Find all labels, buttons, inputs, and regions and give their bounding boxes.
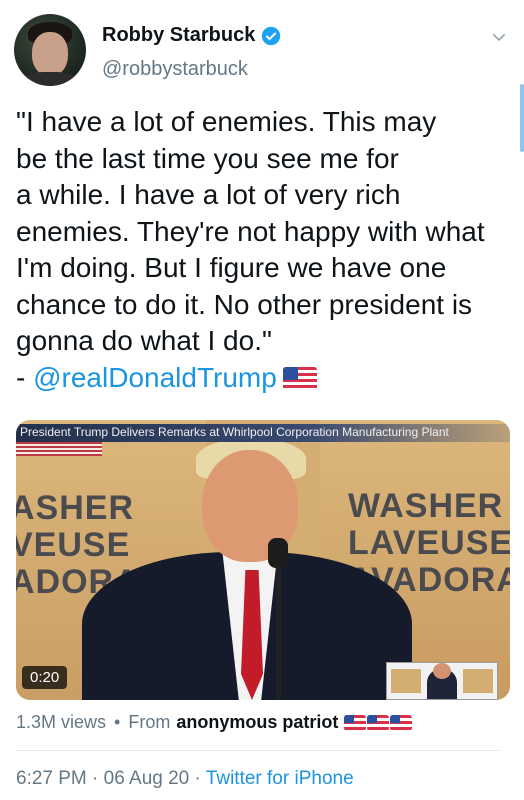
divider: [16, 750, 500, 751]
from-label: From: [128, 712, 171, 732]
view-count: 1.3M views: [16, 712, 107, 732]
scrollbar-thumb[interactable]: [520, 84, 524, 152]
verified-badge-icon: [262, 26, 281, 45]
tweet-time[interactable]: 6:27 PM: [16, 768, 87, 789]
us-flag-icon: [367, 714, 390, 731]
tweet-line: gonna do what I do.": [16, 325, 272, 356]
video-stats: 1.3M views • From anonymous patriot: [16, 712, 413, 733]
meta-separator: ·: [194, 768, 201, 789]
tweet-line: enemies. They're not happy with what: [16, 215, 485, 247]
microphone: [268, 538, 288, 700]
separator-dot: •: [114, 712, 121, 732]
video-caption-bar: President Trump Delivers Remarks at Whir…: [16, 424, 510, 442]
video-caption: President Trump Delivers Remarks at Whir…: [20, 425, 449, 439]
us-flag-icon: [344, 714, 367, 731]
author-avatar[interactable]: [14, 14, 86, 86]
meta-separator: ·: [92, 768, 99, 789]
author-name-row: Robby Starbuck: [102, 24, 281, 47]
attribution-line: - @realDonaldTrump: [16, 360, 512, 397]
tweet-source-link[interactable]: Twitter for iPhone: [206, 768, 354, 789]
tweet-line: a while. I have a lot of very rich: [16, 179, 401, 210]
video-duration: 0:20: [22, 666, 68, 689]
tweet-text: "I have a lot of enemies. This may be th…: [16, 104, 512, 396]
mention-link[interactable]: @realDonaldTrump: [33, 362, 277, 393]
tweet-line: "I have a lot of enemies. This may: [16, 106, 437, 137]
tweet-date[interactable]: 06 Aug 20: [104, 768, 190, 789]
us-flag-icon: [282, 367, 317, 392]
author-name[interactable]: Robby Starbuck: [102, 24, 255, 47]
tweet-meta: 6:27 PM · 06 Aug 20 · Twitter for iPhone: [16, 768, 354, 790]
video-thumbnail-preview: [386, 662, 498, 700]
chevron-down-icon[interactable]: [490, 28, 508, 46]
tweet-line: be the last time you see me for: [16, 142, 399, 174]
uploader-name[interactable]: anonymous patriot: [176, 712, 338, 733]
author-handle[interactable]: @robbystarbuck: [102, 58, 248, 81]
video-player[interactable]: ASHER VEUSE ADORA WASHER LAVEUSE AVADORA…: [16, 420, 510, 700]
tweet-line: chance to do it. No other president is: [16, 288, 473, 320]
tweet-line: I'm doing. But I figure we have one: [16, 252, 447, 283]
attribution-prefix: -: [16, 361, 34, 393]
us-flag-icon: [390, 714, 413, 731]
channel-flag-strip: [16, 442, 102, 456]
